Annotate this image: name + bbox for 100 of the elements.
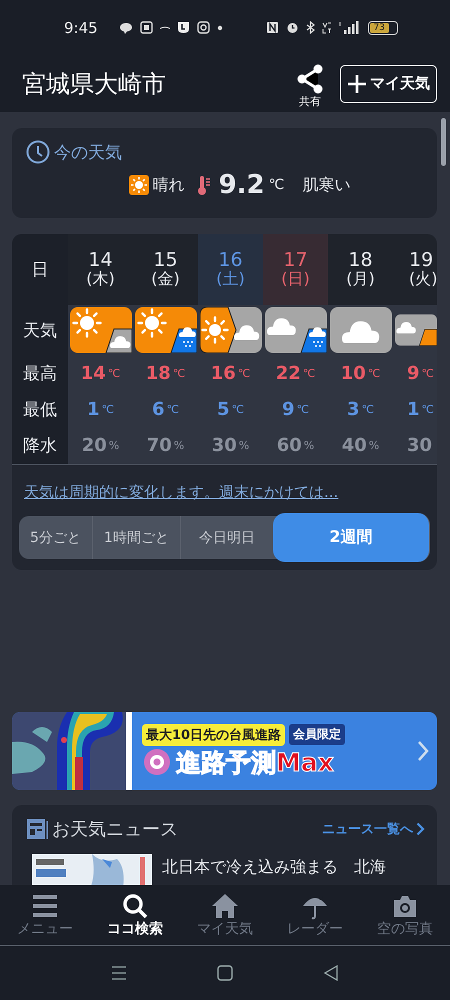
weather-icon [200,307,262,353]
battery-level: 73 [370,22,389,32]
forecast-value: 18 [146,362,171,384]
forecast-value: 9 [407,362,420,384]
current-weather-title: 今の天気 [54,142,122,164]
nav-tab[interactable]: レーダー [287,892,343,938]
forecast-value: 10 [340,362,366,384]
unit-label: ℃ [302,366,316,380]
forecast-value: 3 [347,398,360,420]
home-icon[interactable] [217,965,233,981]
dash-icon [160,26,170,29]
forecast-value: 16 [210,362,236,384]
unit-label: ℃ [102,402,114,416]
forecast-value: 22 [276,362,301,384]
forecast-value: 40 [342,435,367,456]
camera-icon [196,21,210,34]
date-number: 17 [283,251,308,272]
unit-label: ℃ [172,366,186,380]
unit-label: % [304,439,314,452]
forecast-value: 6 [152,398,165,420]
banner-headline: 最大10日先の台風進路 [142,724,286,746]
weather-condition: 晴れ [152,174,185,196]
dot-icon [216,24,223,30]
forecast-summary-link[interactable]: 天気は周期的に変化します。週末にかけては... [24,483,437,502]
signal-icon [338,21,359,34]
unit-label: ℃ [166,402,179,416]
menu-icon [31,892,59,920]
row-label: 最高 [22,362,58,386]
add-my-weather-button[interactable]: マイ天気 [340,64,437,102]
status-time: 9:45 [64,18,98,36]
weekday-label: (金) [151,271,180,288]
weekday-label: (土) [216,271,245,288]
shield-icon [176,21,190,34]
banner-title: 進路予測Max [176,746,334,778]
range-tab[interactable]: 1時間ごと [92,516,181,559]
unit-label: % [174,439,184,452]
weekday-label: (月) [346,271,375,288]
forecast-value: 30 [212,435,237,456]
range-tab[interactable]: 5分ごと [19,516,93,559]
home-icon [211,892,239,920]
range-tab[interactable]: 2週間 [272,513,430,562]
forecast-value: 30 [407,435,432,456]
nav-tab[interactable]: 空の写真 [377,892,433,938]
chat-icon [118,22,133,34]
nfc-icon [266,21,279,34]
recent-apps-icon[interactable] [111,965,127,981]
nav-tab[interactable]: ココ検索 [107,892,163,938]
back-icon[interactable] [323,965,339,981]
forecast-value: 5 [217,398,230,420]
chevron-right-icon [417,740,429,762]
unit-label: % [368,439,380,452]
news-title: お天気ニュース [52,818,179,841]
feel-label: 肌寒い [302,174,350,196]
unit-label: ℃ [422,402,434,416]
unit-label: ℃ [296,402,309,416]
thermometer-icon [196,174,211,196]
unit-label: ℃ [362,402,374,416]
location-title: 宮城県大崎市 [22,68,167,100]
row-label: 天気 [22,320,58,342]
weekday-label: (木) [86,271,115,288]
newspaper-icon [26,818,48,840]
unit-label: ℃ [422,366,434,380]
forecast-value: 1 [87,398,100,420]
row-label: 日 [30,259,50,282]
news-headline[interactable]: 北日本で冷え込み強まる 北海 [162,857,386,878]
current-temperature: 9.2 [218,170,265,200]
unit-label: ℃ [238,366,250,380]
unit-label: ℃ [108,366,120,380]
date-number: 15 [153,251,178,272]
scroll-thumb[interactable] [441,118,446,166]
nav-tab[interactable]: マイ天気 [197,892,253,938]
unit-label: ℃ [368,366,380,380]
members-badge: 会員限定 [289,724,346,745]
row-label: 降水 [22,435,58,458]
unit-label: % [238,439,250,452]
date-number: 16 [218,251,243,272]
forecast-value: 9 [282,398,295,420]
share-label[interactable]: 共有 [299,94,321,109]
weather-icon [330,307,392,353]
unit-label: % [108,439,120,452]
forecast-value: 14 [80,362,106,384]
weather-icon [70,307,132,353]
range-tab[interactable]: 今日明日 [180,516,273,559]
weather-icon [135,307,197,353]
forecast-value: 70 [146,435,172,456]
forecast-value: 1 [407,398,420,420]
date-number: 18 [348,251,373,272]
volte-icon [322,21,332,34]
nav-tab[interactable]: メニュー [17,892,73,938]
promo-banner[interactable]: 最大10日先の台風進路 会員限定 進路予測Max [12,712,437,790]
date-number: 19 [409,251,434,272]
weekday-label: (日) [281,271,310,288]
news-list-link[interactable]: ニュース一覧へ [322,820,425,838]
weather-icon [265,307,327,353]
plus-icon [347,74,367,94]
share-icon[interactable] [296,64,324,94]
clock-icon [26,140,50,164]
calendar-icon [140,21,153,34]
search-icon [121,892,149,920]
chevron-right-icon [416,822,425,836]
